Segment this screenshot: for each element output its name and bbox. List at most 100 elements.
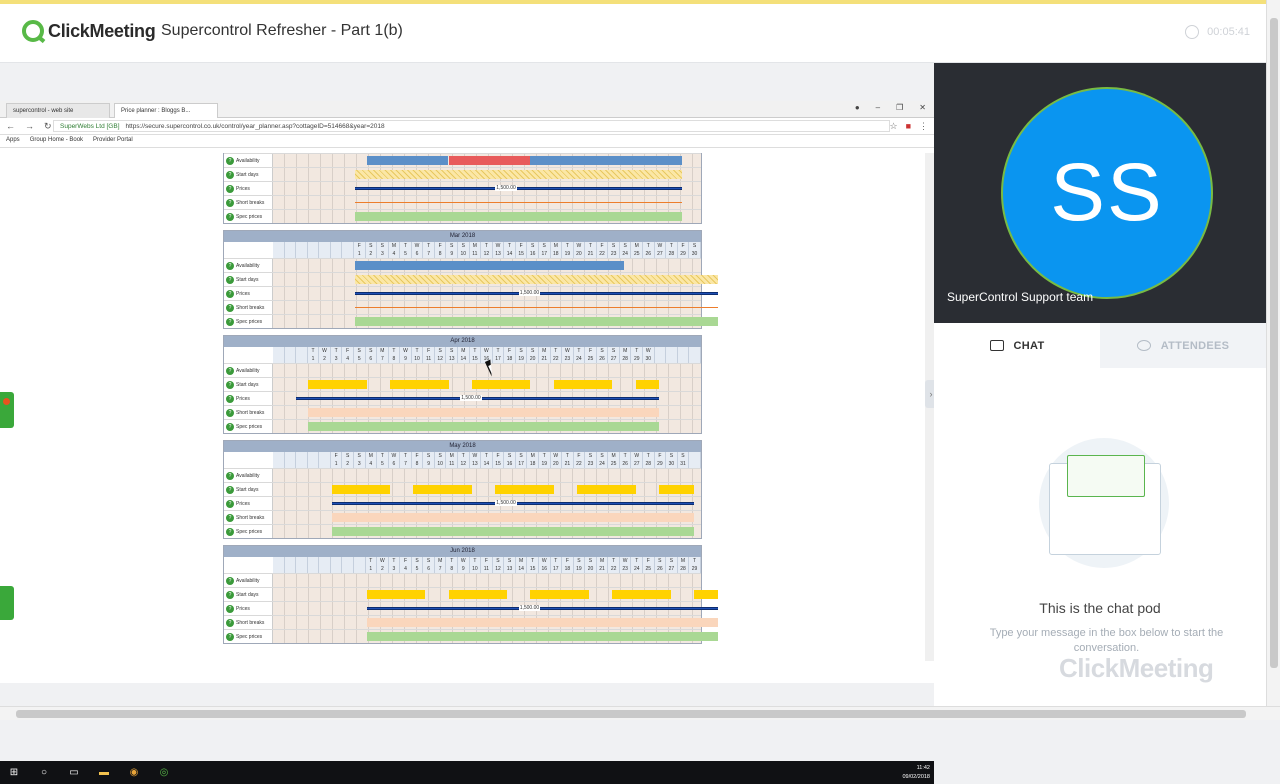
bookmark[interactable]: Apps bbox=[6, 137, 20, 145]
planner-cells[interactable] bbox=[273, 315, 718, 328]
help-icon[interactable]: ? bbox=[226, 303, 234, 312]
start-days-bar[interactable] bbox=[354, 275, 718, 284]
help-icon[interactable]: ? bbox=[226, 212, 234, 221]
short-breaks-bar[interactable] bbox=[366, 618, 718, 627]
planner-cells[interactable] bbox=[273, 273, 718, 286]
help-icon[interactable]: ? bbox=[226, 275, 234, 284]
planner-cells[interactable] bbox=[273, 154, 701, 167]
planner-cells[interactable] bbox=[273, 210, 701, 223]
help-icon[interactable]: ? bbox=[226, 156, 234, 165]
spec-prices-bar[interactable] bbox=[331, 527, 695, 536]
help-icon[interactable]: ? bbox=[226, 618, 234, 627]
browser-tab[interactable]: supercontrol - web site bbox=[6, 103, 110, 118]
help-icon[interactable]: ? bbox=[226, 604, 234, 613]
bookmark[interactable]: Provider Portal bbox=[93, 137, 133, 145]
start-days-bar[interactable] bbox=[448, 590, 507, 599]
profile-icon[interactable]: ● bbox=[855, 103, 860, 112]
help-icon[interactable]: ? bbox=[226, 513, 234, 522]
help-icon[interactable]: ? bbox=[226, 198, 234, 207]
start-days-bar[interactable] bbox=[635, 380, 660, 389]
start-days-bar[interactable] bbox=[577, 485, 636, 494]
planner-cells[interactable] bbox=[273, 630, 718, 643]
start-days-bar[interactable] bbox=[308, 380, 367, 389]
help-icon[interactable]: ? bbox=[226, 527, 234, 536]
task-view-icon[interactable]: ▭ bbox=[66, 765, 82, 781]
forward-icon[interactable]: → bbox=[25, 121, 34, 132]
help-icon[interactable]: ? bbox=[226, 576, 234, 585]
start-days-bar[interactable] bbox=[495, 485, 554, 494]
planner-cells[interactable]: 1,500.00 bbox=[273, 497, 701, 510]
planner-cells[interactable] bbox=[273, 168, 701, 181]
maximize-icon[interactable]: ❐ bbox=[896, 103, 903, 112]
spec-prices-bar[interactable] bbox=[354, 212, 683, 221]
short-breaks-bar[interactable] bbox=[354, 307, 718, 308]
availability-bar[interactable] bbox=[530, 156, 683, 165]
planner-cells[interactable] bbox=[273, 196, 701, 209]
spec-prices-bar[interactable] bbox=[366, 632, 718, 641]
start-days-bar[interactable] bbox=[413, 485, 472, 494]
start-days-bar[interactable] bbox=[530, 590, 589, 599]
planner-cells[interactable]: 1,500.00 bbox=[273, 392, 701, 405]
planner-cells[interactable] bbox=[273, 378, 701, 391]
help-icon[interactable]: ? bbox=[226, 289, 234, 298]
help-icon[interactable]: ? bbox=[226, 471, 234, 480]
help-icon[interactable]: ? bbox=[226, 499, 234, 508]
start-days-bar[interactable] bbox=[659, 485, 695, 494]
start-days-bar[interactable] bbox=[331, 485, 390, 494]
scroll-thumb[interactable] bbox=[1270, 18, 1278, 668]
start-days-bar[interactable] bbox=[390, 380, 449, 389]
bookmark[interactable]: Group Home - Book bbox=[30, 137, 83, 145]
help-icon[interactable]: ? bbox=[226, 366, 234, 375]
help-icon[interactable]: ? bbox=[226, 485, 234, 494]
planner-cells[interactable] bbox=[273, 469, 701, 482]
minimize-icon[interactable]: – bbox=[876, 103, 880, 112]
menu-icon[interactable]: ⋮ bbox=[919, 121, 928, 132]
search-icon[interactable]: ○ bbox=[36, 765, 52, 781]
price-bar[interactable] bbox=[354, 187, 683, 190]
window-horizontal-scrollbar[interactable] bbox=[0, 706, 1280, 720]
price-bar[interactable] bbox=[366, 607, 718, 610]
planner-cells[interactable] bbox=[273, 301, 718, 314]
scroll-thumb[interactable] bbox=[16, 710, 1246, 718]
planner-cells[interactable] bbox=[273, 588, 718, 601]
window-vertical-scrollbar[interactable] bbox=[1266, 0, 1280, 708]
planner-cells[interactable] bbox=[273, 525, 701, 538]
close-icon[interactable]: ✕ bbox=[919, 103, 926, 112]
browser-tab-active[interactable]: Price planner : Bloggs B... bbox=[114, 103, 218, 118]
file-explorer-icon[interactable]: ▬ bbox=[96, 765, 112, 781]
planner-cells[interactable]: 1,500.00 bbox=[273, 182, 701, 195]
help-icon[interactable]: ? bbox=[226, 317, 234, 326]
help-icon[interactable]: ? bbox=[226, 184, 234, 193]
planner-cells[interactable] bbox=[273, 420, 701, 433]
start-days-bar[interactable] bbox=[471, 380, 531, 389]
short-breaks-bar[interactable] bbox=[308, 408, 660, 417]
back-icon[interactable]: ← bbox=[6, 121, 15, 132]
chrome-icon[interactable]: ◉ bbox=[126, 765, 142, 781]
planner-cells[interactable] bbox=[273, 259, 701, 272]
address-bar[interactable]: SuperWebs Ltd [GB] https://secure.superc… bbox=[53, 120, 890, 132]
help-icon[interactable]: ? bbox=[226, 632, 234, 641]
side-widget[interactable] bbox=[0, 392, 14, 428]
help-icon[interactable]: ? bbox=[226, 380, 234, 389]
short-breaks-bar[interactable] bbox=[354, 202, 683, 203]
start-days-bar[interactable] bbox=[553, 380, 613, 389]
star-icon[interactable]: ☆ bbox=[889, 121, 897, 132]
planner-cells[interactable] bbox=[273, 574, 701, 587]
planner-cells[interactable]: 1,500.00 bbox=[273, 287, 718, 300]
reload-icon[interactable]: ↻ bbox=[44, 121, 52, 132]
planner-cells[interactable] bbox=[273, 406, 701, 419]
availability-bar[interactable] bbox=[448, 156, 531, 165]
availability-bar[interactable] bbox=[354, 261, 624, 270]
help-icon[interactable]: ? bbox=[226, 394, 234, 403]
extension-icon[interactable]: ■ bbox=[906, 121, 911, 132]
planner-cells[interactable] bbox=[273, 511, 701, 524]
start-days-bar[interactable] bbox=[694, 590, 718, 599]
short-breaks-bar[interactable] bbox=[331, 513, 695, 522]
help-icon[interactable]: ? bbox=[226, 422, 234, 431]
planner-cells[interactable]: 1,500.00 bbox=[273, 602, 718, 615]
planner-cells[interactable] bbox=[273, 616, 718, 629]
start-days-bar[interactable] bbox=[612, 590, 671, 599]
start-days-bar[interactable] bbox=[354, 170, 683, 179]
spec-prices-bar[interactable] bbox=[308, 422, 660, 431]
side-widget-lower[interactable] bbox=[0, 586, 14, 620]
